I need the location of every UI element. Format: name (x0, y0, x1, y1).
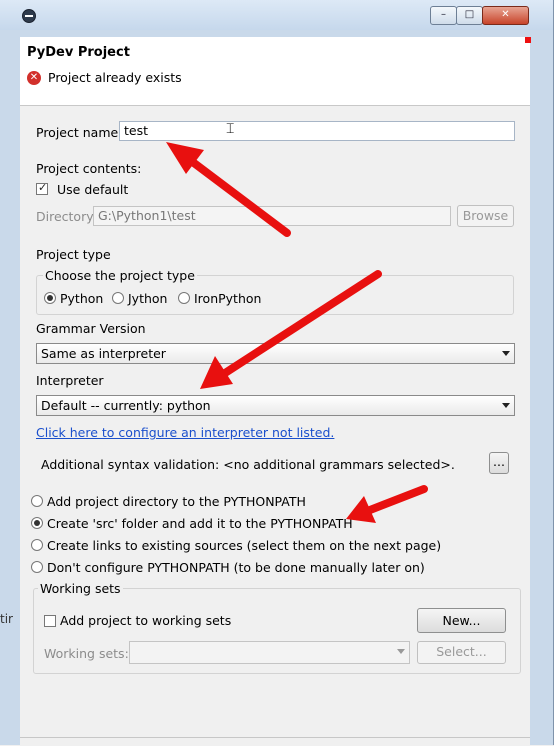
annotation-arrow (166, 142, 291, 237)
annotation-arrow (200, 270, 382, 389)
annotation-arrow (346, 485, 428, 523)
annotation-arrows (166, 142, 428, 523)
